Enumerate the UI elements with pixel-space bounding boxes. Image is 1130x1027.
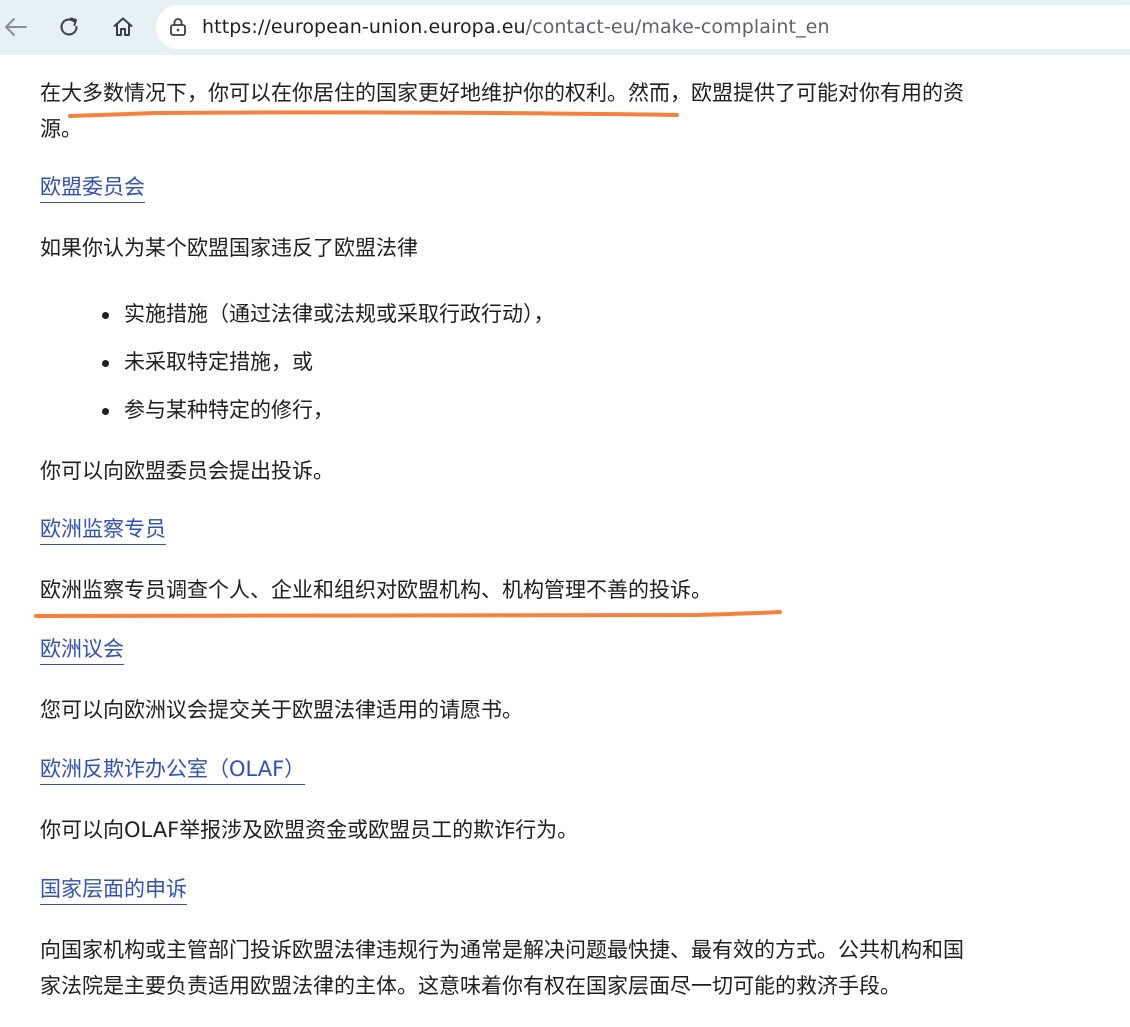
- address-bar[interactable]: https://european-union.europa.eu/contact…: [156, 5, 1130, 49]
- national-line-2: 家法院是主要负责适用欧盟法律的主体。这意味着你有权在国家层面尽一切可能的救济手段…: [40, 974, 901, 998]
- link-olaf[interactable]: 欧洲反欺诈办公室（OLAF）: [40, 754, 306, 785]
- browser-toolbar: https://european-union.europa.eu/contact…: [0, 0, 1130, 55]
- commission-outro-text: 你可以向欧盟委员会提出投诉。: [40, 459, 334, 483]
- commission-lead-text: 如果你认为某个欧盟国家违反了欧盟法律: [40, 236, 418, 260]
- parliament-text: 您可以向欧洲议会提交关于欧盟法律适用的请愿书。: [40, 698, 523, 722]
- lock-icon[interactable]: [168, 17, 188, 37]
- link-european-parliament[interactable]: 欧洲议会: [40, 634, 124, 665]
- link-european-ombudsman[interactable]: 欧洲监察专员: [40, 514, 166, 545]
- back-arrow-icon: [5, 18, 27, 36]
- back-button[interactable]: [0, 8, 34, 46]
- list-item: 实施措施（通过法律或法规或采取行政行动），: [102, 296, 555, 344]
- commission-bullet-list: 实施措施（通过法律或法规或采取行政行动）， 未采取特定措施，或 参与某种特定的修…: [102, 296, 555, 440]
- reload-icon: [60, 17, 78, 36]
- url-domain: https://european-union.europa.eu: [202, 16, 526, 38]
- link-european-commission[interactable]: 欧盟委员会: [40, 172, 145, 203]
- intro-line-1: 在大多数情况下，你可以在你居住的国家更好地维护你的权利。然而，欧盟提供了可能对你…: [40, 81, 964, 105]
- list-item: 参与某种特定的修行，: [102, 392, 555, 440]
- home-button[interactable]: [104, 8, 142, 46]
- olaf-text: 你可以向OLAF举报涉及欧盟资金或欧盟员工的欺诈行为。: [40, 818, 579, 842]
- reload-button[interactable]: [50, 8, 88, 46]
- url-path: /contact-eu/make-complaint_en: [525, 16, 830, 38]
- ombudsman-text: 欧洲监察专员调查个人、企业和组织对欧盟机构、机构管理不善的投诉。: [40, 578, 712, 602]
- national-line-1: 向国家机构或主管部门投诉欧盟法律违规行为通常是解决问题最快捷、最有效的方式。公共…: [40, 938, 964, 962]
- intro-line-2: 源。: [40, 117, 82, 141]
- url-text[interactable]: https://european-union.europa.eu/contact…: [202, 16, 830, 38]
- home-icon: [113, 17, 133, 36]
- list-item: 未采取特定措施，或: [102, 344, 555, 392]
- link-national-complaints[interactable]: 国家层面的申诉: [40, 874, 187, 905]
